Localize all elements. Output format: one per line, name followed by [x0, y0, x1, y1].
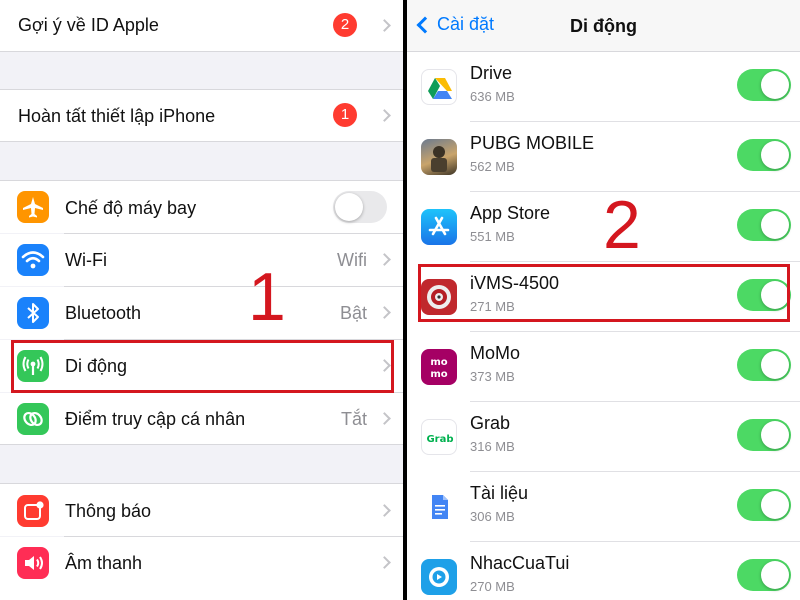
- cellular-highlight-box: [11, 340, 394, 393]
- nhaccuatui-icon: [421, 559, 457, 595]
- airplane-icon: [17, 191, 49, 223]
- app-row-grab: Grab Grab 316 MB: [407, 402, 800, 471]
- chevron-right-icon: [378, 556, 391, 569]
- chevron-right-icon: [378, 306, 391, 319]
- app-cellular-toggle[interactable]: [737, 139, 791, 171]
- navigation-bar: Cài đặt Di động: [407, 0, 800, 52]
- pubg-icon: [421, 139, 457, 175]
- airplane-mode-label: Chế độ máy bay: [65, 198, 197, 218]
- bluetooth-row[interactable]: Bluetooth Bật: [0, 287, 403, 339]
- ivms-highlight-box: [418, 264, 790, 322]
- app-store-icon: [421, 209, 457, 245]
- svg-text:Grab: Grab: [426, 434, 453, 445]
- wifi-value: Wifi: [337, 250, 367, 270]
- app-row-pubg: PUBG MOBILE 562 MB: [407, 122, 800, 191]
- sounds-row[interactable]: Âm thanh: [0, 537, 403, 600]
- page-title: Di động: [570, 16, 637, 36]
- svg-text:mo: mo: [430, 369, 447, 380]
- finish-setup-row[interactable]: Hoàn tất thiết lập iPhone 1: [0, 89, 403, 142]
- app-cellular-toggle[interactable]: [737, 69, 791, 101]
- app-row-docs: Tài liệu 306 MB: [407, 472, 800, 541]
- chevron-right-icon: [378, 412, 391, 425]
- chevron-right-icon: [378, 19, 391, 32]
- apple-id-suggestions-label: Gợi ý về ID Apple: [18, 15, 159, 35]
- chevron-right-icon: [378, 504, 391, 517]
- wifi-icon: [17, 244, 49, 276]
- app-data-usage: 306 MB: [470, 509, 515, 524]
- momo-icon: mo mo: [421, 349, 457, 385]
- app-data-usage: 270 MB: [470, 579, 515, 594]
- wifi-label: Wi-Fi: [65, 250, 107, 270]
- cellular-data-panel: Cài đặt Di động Drive 636 MB PUBG MOBILE…: [407, 0, 800, 600]
- app-cellular-toggle[interactable]: [737, 489, 791, 521]
- app-cellular-toggle[interactable]: [737, 209, 791, 241]
- bluetooth-label: Bluetooth: [65, 303, 142, 323]
- step-number-1: 1: [248, 259, 286, 335]
- sounds-label: Âm thanh: [65, 553, 143, 573]
- app-row-nhaccuatui: NhacCuaTui 270 MB: [407, 542, 800, 600]
- bluetooth-icon: [17, 297, 49, 329]
- app-row-momo: mo mo MoMo 373 MB: [407, 332, 800, 401]
- speaker-icon: [17, 547, 49, 579]
- notifications-label: Thông báo: [65, 501, 152, 521]
- app-name: MoMo: [470, 343, 521, 363]
- app-data-usage: 316 MB: [470, 439, 515, 454]
- hotspot-link-icon: [17, 403, 49, 435]
- google-drive-icon: [421, 69, 457, 105]
- personal-hotspot-label: Điểm truy cập cá nhân: [65, 409, 246, 429]
- app-cellular-toggle[interactable]: [737, 419, 791, 451]
- finish-setup-label: Hoàn tất thiết lập iPhone: [18, 106, 216, 126]
- settings-panel: Gợi ý về ID Apple 2 Hoàn tất thiết lập i…: [0, 0, 403, 600]
- app-cellular-toggle[interactable]: [737, 559, 791, 591]
- divider: [0, 51, 403, 52]
- grab-icon: Grab: [421, 419, 457, 455]
- apple-id-badge: 2: [333, 13, 357, 37]
- svg-text:mo: mo: [430, 357, 447, 368]
- chevron-right-icon: [378, 109, 391, 122]
- airplane-mode-toggle[interactable]: [333, 191, 387, 223]
- app-data-usage: 373 MB: [470, 369, 515, 384]
- app-data-usage: 562 MB: [470, 159, 515, 174]
- app-cellular-toggle[interactable]: [737, 349, 791, 381]
- personal-hotspot-row[interactable]: Điểm truy cập cá nhân Tắt: [0, 393, 403, 445]
- step-number-2: 2: [603, 187, 641, 263]
- app-row-drive: Drive 636 MB: [407, 52, 800, 121]
- notifications-icon: [17, 495, 49, 527]
- app-name: NhacCuaTui: [470, 553, 570, 573]
- chevron-right-icon: [378, 253, 391, 266]
- airplane-mode-row[interactable]: Chế độ máy bay: [0, 180, 403, 233]
- personal-hotspot-value: Tắt: [340, 409, 367, 429]
- app-data-usage: 636 MB: [470, 89, 515, 104]
- app-data-usage: 551 MB: [470, 229, 515, 244]
- app-name: Tài liệu: [470, 483, 529, 503]
- notifications-row[interactable]: Thông báo: [0, 483, 403, 536]
- app-name: Drive: [470, 63, 513, 83]
- apple-id-suggestions-row[interactable]: Gợi ý về ID Apple 2: [0, 0, 403, 52]
- app-name: App Store: [470, 203, 551, 223]
- app-name: Grab: [470, 413, 511, 433]
- finish-setup-badge: 1: [333, 103, 357, 127]
- bluetooth-value: Bật: [339, 303, 367, 323]
- app-name: PUBG MOBILE: [470, 133, 595, 153]
- google-docs-icon: [421, 489, 457, 525]
- wifi-row[interactable]: Wi-Fi Wifi: [0, 234, 403, 286]
